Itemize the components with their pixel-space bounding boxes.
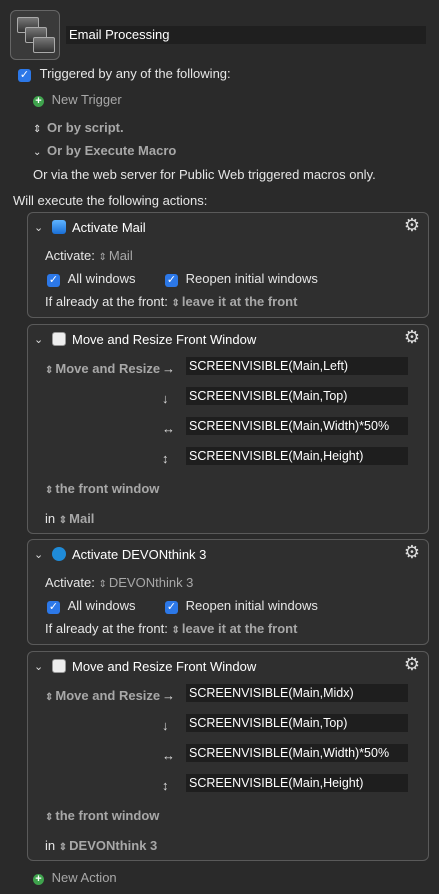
devonthink-app-icon (52, 547, 66, 561)
front-label: If already at the front: (45, 621, 168, 636)
new-trigger-label: New Trigger (51, 92, 122, 107)
target-selector[interactable]: ⇕ the front window (45, 481, 159, 496)
right-arrow-icon: → (162, 688, 175, 703)
mode-value: Move and Resize (55, 688, 161, 703)
width-field[interactable]: SCREENVISIBLE(Main,Width)*50% (186, 417, 408, 435)
checkmark-icon: ✓ (18, 69, 31, 82)
left-field[interactable]: SCREENVISIBLE(Main,Left) (186, 357, 408, 375)
trigger-checkbox[interactable]: ✓ Triggered by any of the following: (18, 66, 231, 82)
checkmark-icon: ✓ (47, 274, 60, 287)
in-app-selector[interactable]: ⇕ Mail (59, 511, 95, 526)
execute-macro-toggle[interactable]: ⌄ Or by Execute Macro (33, 143, 176, 158)
in-row: in ⇕ DEVONthink 3 (45, 838, 157, 853)
action-move-resize-1: ⌄ Move and Resize Front Window ⚙ ⇕ Move a… (27, 324, 429, 534)
window-icon (52, 659, 66, 673)
trigger-heading: Triggered by any of the following: (39, 66, 231, 81)
top-field[interactable]: SCREENVISIBLE(Main,Top) (186, 714, 408, 732)
in-row: in ⇕ Mail (45, 511, 94, 526)
in-label: in (45, 511, 56, 526)
app-selector[interactable]: ⇕ DEVONthink 3 (98, 575, 193, 590)
app-value: DEVONthink 3 (108, 575, 194, 590)
action-move-resize-2: ⌄ Move and Resize Front Window ⚙ ⇕ Move a… (27, 651, 429, 861)
new-action-label: New Action (51, 870, 117, 885)
chevron-down-icon[interactable]: ⌄ (34, 548, 43, 561)
target-selector[interactable]: ⇕ the front window (45, 808, 159, 823)
mode-value: Move and Resize (55, 361, 161, 376)
mail-app-icon (52, 220, 66, 234)
front-label: If already at the front: (45, 294, 168, 309)
checkmark-icon: ✓ (165, 601, 178, 614)
front-selector[interactable]: ⇕ leave it at the front (171, 621, 297, 636)
app-selector[interactable]: ⇕ Mail (98, 248, 132, 263)
action-title: Move and Resize Front Window (72, 332, 257, 347)
left-field[interactable]: SCREENVISIBLE(Main,Midx) (186, 684, 408, 702)
new-action-button[interactable]: + New Action (33, 870, 117, 885)
all-windows-checkbox[interactable]: ✓ All windows (47, 598, 136, 614)
or-execute-label: Or by Execute Macro (47, 143, 177, 158)
action-activate-mail: ⌄ Activate Mail ⚙ Activate: ⇕ Mail ✓ All … (27, 212, 429, 318)
target-value: the front window (55, 808, 160, 823)
activate-label: Activate: (45, 248, 95, 263)
reopen-checkbox[interactable]: ✓ Reopen initial windows (165, 598, 318, 614)
macro-name-field[interactable]: Email Processing (66, 26, 426, 44)
updown-icon: ⇕ (33, 124, 42, 135)
web-trigger-label: Or via the web server for Public Web tri… (33, 167, 376, 182)
down-arrow-icon: ↓ (162, 718, 169, 733)
mode-selector[interactable]: ⇕ Move and Resize (45, 361, 160, 376)
horizontal-resize-icon: ↔ (162, 421, 175, 436)
script-trigger-toggle[interactable]: ⇕ Or by script. (33, 120, 124, 135)
height-field[interactable]: SCREENVISIBLE(Main,Height) (186, 447, 408, 465)
in-label: in (45, 838, 56, 853)
front-selector[interactable]: ⇕ leave it at the front (171, 294, 297, 309)
in-app-selector[interactable]: ⇕ DEVONthink 3 (59, 838, 158, 853)
gear-icon[interactable]: ⚙ (404, 327, 420, 348)
chevron-down-icon[interactable]: ⌄ (34, 333, 43, 346)
vertical-resize-icon: ↕ (162, 451, 169, 466)
all-windows-checkbox[interactable]: ✓ All windows (47, 271, 136, 287)
width-field[interactable]: SCREENVISIBLE(Main,Width)*50% (186, 744, 408, 762)
height-field[interactable]: SCREENVISIBLE(Main,Height) (186, 774, 408, 792)
checkmark-icon: ✓ (165, 274, 178, 287)
target-value: the front window (55, 481, 160, 496)
action-title: Activate Mail (72, 220, 146, 235)
action-title: Activate DEVONthink 3 (72, 547, 207, 562)
or-script-label: Or by script. (47, 120, 124, 135)
right-arrow-icon: → (162, 361, 175, 376)
mode-selector[interactable]: ⇕ Move and Resize (45, 688, 160, 703)
plus-icon: + (33, 96, 44, 107)
activate-row: Activate: ⇕ DEVONthink 3 (45, 575, 193, 590)
chevron-down-icon[interactable]: ⌄ (34, 221, 43, 234)
reopen-checkbox[interactable]: ✓ Reopen initial windows (165, 271, 318, 287)
activate-label: Activate: (45, 575, 95, 590)
activate-row: Activate: ⇕ Mail (45, 248, 133, 263)
app-value: Mail (108, 248, 133, 263)
new-trigger-button[interactable]: + New Trigger (33, 92, 122, 107)
horizontal-resize-icon: ↔ (162, 748, 175, 763)
top-field[interactable]: SCREENVISIBLE(Main,Top) (186, 387, 408, 405)
will-execute-label: Will execute the following actions: (13, 193, 208, 208)
front-value: leave it at the front (181, 621, 298, 636)
front-row: If already at the front: ⇕ leave it at th… (45, 294, 297, 309)
window-icon (52, 332, 66, 346)
macro-icon[interactable] (10, 10, 60, 60)
vertical-resize-icon: ↕ (162, 778, 169, 793)
gear-icon[interactable]: ⚙ (404, 542, 420, 563)
chevron-down-icon[interactable]: ⌄ (34, 660, 43, 673)
action-activate-devonthink: ⌄ Activate DEVONthink 3 ⚙ Activate: ⇕ DEV… (27, 539, 429, 645)
reopen-label: Reopen initial windows (185, 271, 318, 286)
gear-icon[interactable]: ⚙ (404, 654, 420, 675)
gear-icon[interactable]: ⚙ (404, 215, 420, 236)
in-app-value: Mail (69, 511, 95, 526)
all-windows-label: All windows (67, 598, 136, 613)
action-title: Move and Resize Front Window (72, 659, 257, 674)
in-app-value: DEVONthink 3 (69, 838, 158, 853)
chevron-down-icon: ⌄ (33, 147, 42, 158)
reopen-label: Reopen initial windows (185, 598, 318, 613)
plus-icon: + (33, 874, 44, 885)
down-arrow-icon: ↓ (162, 391, 169, 406)
checkmark-icon: ✓ (47, 601, 60, 614)
front-row: If already at the front: ⇕ leave it at th… (45, 621, 297, 636)
front-value: leave it at the front (181, 294, 298, 309)
all-windows-label: All windows (67, 271, 136, 286)
